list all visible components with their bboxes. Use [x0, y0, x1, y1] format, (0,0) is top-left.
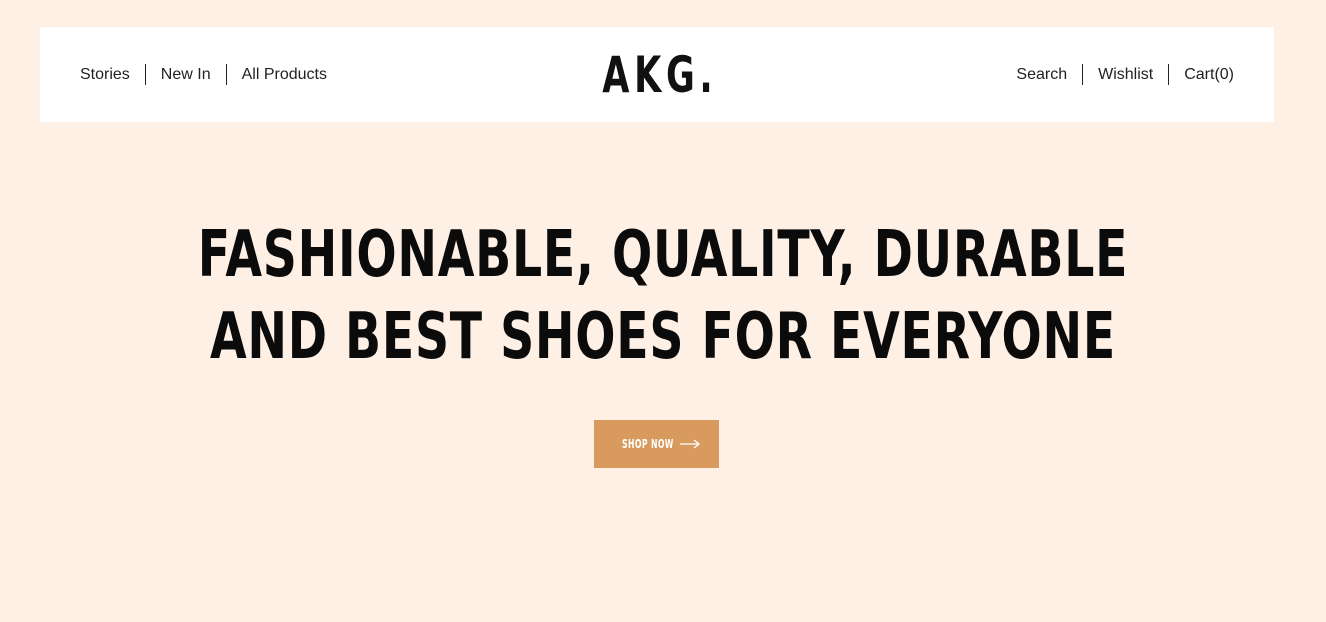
- search-link[interactable]: Search: [1001, 65, 1082, 85]
- arrow-right-icon: [679, 437, 701, 452]
- shop-now-button[interactable]: SHOP NOW: [594, 420, 719, 468]
- cart-link[interactable]: Cart(0): [1169, 65, 1234, 85]
- nav-link-stories[interactable]: Stories: [80, 65, 145, 85]
- hero-section: FASHIONABLE, QUALITY, DURABLE AND BEST S…: [0, 214, 1326, 378]
- shop-now-label: SHOP NOW: [621, 437, 674, 451]
- hero-title: FASHIONABLE, QUALITY, DURABLE AND BEST S…: [197, 218, 1129, 374]
- site-header: Stories New In All Products AKG. Search …: [40, 27, 1274, 122]
- primary-nav: Stories New In All Products: [80, 27, 342, 122]
- utility-nav: Search Wishlist Cart(0): [1001, 27, 1234, 122]
- brand-logo[interactable]: AKG.: [602, 46, 717, 104]
- nav-link-all-products[interactable]: All Products: [227, 65, 342, 85]
- wishlist-link[interactable]: Wishlist: [1083, 65, 1168, 85]
- nav-link-new-in[interactable]: New In: [146, 65, 226, 85]
